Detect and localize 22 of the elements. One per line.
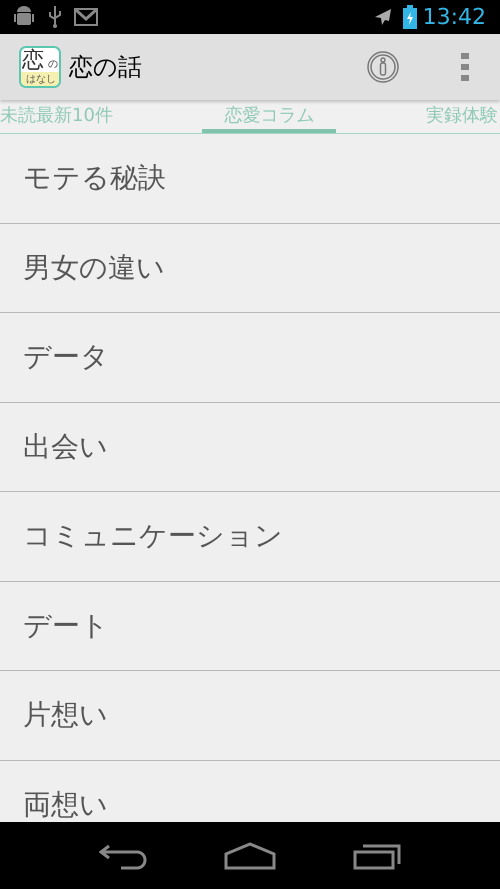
- list-item[interactable]: 出会い: [0, 402, 500, 492]
- list-item[interactable]: コミュニケーション: [0, 492, 500, 582]
- app-title: 恋の話: [69, 52, 142, 83]
- icon-small-text: の: [48, 60, 58, 70]
- overflow-menu-icon[interactable]: [461, 53, 469, 81]
- icon-bottom-text: はなし: [26, 75, 56, 85]
- list-item[interactable]: モテる秘訣: [0, 134, 500, 224]
- android-icon: [14, 6, 34, 28]
- app-icon[interactable]: 恋 の はなし: [19, 46, 61, 88]
- list-item[interactable]: データ: [0, 313, 500, 402]
- recent-apps-icon[interactable]: [353, 842, 402, 870]
- battery-icon: [402, 5, 417, 29]
- icon-main-text: 恋: [22, 49, 44, 73]
- usb-icon: [48, 6, 62, 28]
- list-item[interactable]: デート: [0, 582, 500, 671]
- info-icon[interactable]: [367, 51, 399, 83]
- mail-icon: [74, 8, 98, 26]
- list-item[interactable]: 男女の違い: [0, 224, 500, 313]
- home-icon[interactable]: [224, 842, 276, 870]
- clock: 13:42: [422, 4, 486, 32]
- list-item[interactable]: 片想い: [0, 671, 500, 760]
- airplane-icon: [372, 7, 393, 27]
